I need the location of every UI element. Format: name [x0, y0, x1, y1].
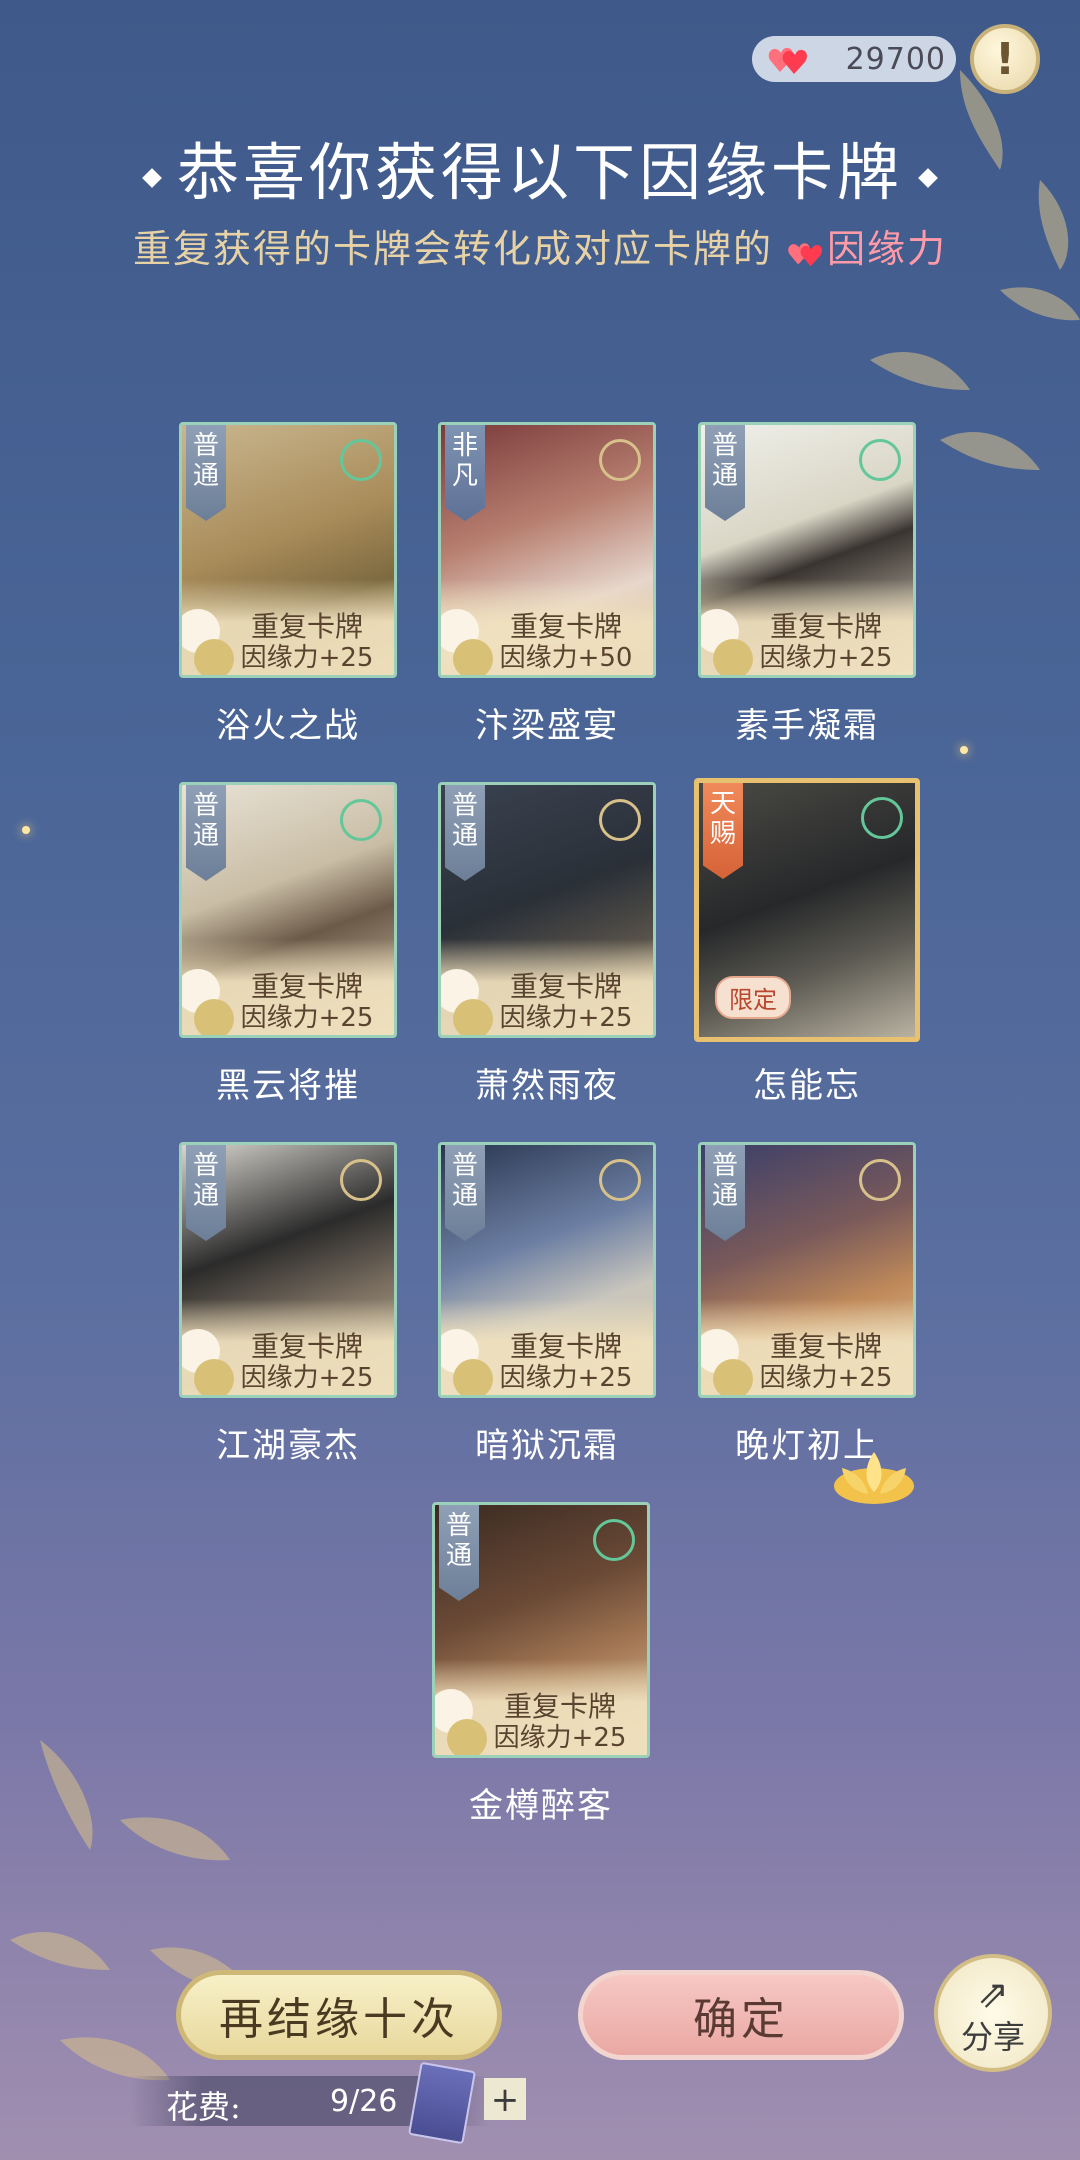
card-rank-tag: 普通	[186, 425, 226, 521]
cost-label: 花费:	[166, 2088, 241, 2126]
double-heart-icon	[768, 47, 807, 74]
flower-icon	[182, 1329, 234, 1395]
coin-icon	[599, 1159, 641, 1201]
card-item[interactable]: 普通 重复卡牌 因缘力+25	[179, 422, 397, 678]
card-item[interactable]: 普通 重复卡牌 因缘力+25	[698, 1142, 916, 1398]
card-name: 金樽醉客	[469, 1786, 613, 1826]
draw-again-button[interactable]: 再结缘十次	[176, 1970, 502, 2060]
card-rank-tag: 普通	[445, 1145, 485, 1241]
currency-value: 29700	[845, 41, 946, 77]
card-rank-tag: 普通	[705, 425, 745, 521]
double-heart-icon	[788, 242, 823, 266]
limited-badge: 限定	[715, 976, 791, 1019]
share-label: 分享	[960, 2018, 1025, 2056]
card-rank-tag: 非凡	[445, 425, 485, 521]
flower-icon	[182, 609, 234, 675]
card-item[interactable]: 普通 重复卡牌 因缘力+25	[698, 422, 916, 678]
confirm-button[interactable]: 确定	[578, 1970, 904, 2060]
flower-icon	[182, 969, 234, 1035]
card-name: 江湖豪杰	[216, 1426, 360, 1466]
flower-icon	[701, 609, 753, 675]
card-item[interactable]: 普通 重复卡牌 因缘力+25	[438, 1142, 656, 1398]
coin-icon	[599, 439, 641, 481]
card-name: 浴火之战	[216, 706, 360, 746]
card-name: 素手凝霜	[735, 706, 879, 746]
card-name: 黑云将摧	[216, 1066, 360, 1106]
card-rank-tag: 普通	[439, 1505, 479, 1601]
card-rank-tag: 天赐	[703, 783, 743, 879]
sword-icon	[340, 799, 382, 841]
page-title: 恭喜你获得以下因缘卡牌	[0, 122, 1080, 212]
card-rank-tag: 普通	[705, 1145, 745, 1241]
coin-icon	[859, 1159, 901, 1201]
coin-icon	[599, 799, 641, 841]
card-rank-tag: 普通	[445, 785, 485, 881]
share-icon: ⇗	[977, 1972, 1009, 2016]
flower-icon	[441, 969, 493, 1035]
card-item[interactable]: 普通 重复卡牌 因缘力+25	[179, 1142, 397, 1398]
card-item[interactable]: 非凡 重复卡牌 因缘力+50	[438, 422, 656, 678]
diamond-icon	[918, 167, 938, 188]
flower-icon	[441, 609, 493, 675]
sword-icon	[859, 439, 901, 481]
cost-value: 9/26	[330, 2084, 398, 2119]
flower-icon	[435, 1689, 487, 1755]
lotus-lantern-icon	[834, 1452, 914, 1504]
currency-display: 29700	[752, 36, 956, 82]
card-item[interactable]: 普通 重复卡牌 因缘力+25	[432, 1502, 650, 1758]
card-rank-tag: 普通	[186, 785, 226, 881]
card-name: 萧然雨夜	[475, 1066, 619, 1106]
card-item[interactable]: 普通 重复卡牌 因缘力+25	[438, 782, 656, 1038]
flower-icon	[701, 1329, 753, 1395]
card-name: 汴梁盛宴	[475, 706, 619, 746]
ticket-icon	[408, 2061, 476, 2145]
add-ticket-button[interactable]: +	[484, 2078, 526, 2120]
sword-icon	[593, 1519, 635, 1561]
flower-icon	[441, 1329, 493, 1395]
card-name: 暗狱沉霜	[475, 1426, 619, 1466]
diamond-icon	[142, 167, 162, 188]
sword-icon	[340, 439, 382, 481]
coin-icon	[340, 1159, 382, 1201]
share-button[interactable]: ⇗ 分享	[934, 1954, 1052, 2072]
card-rank-tag: 普通	[186, 1145, 226, 1241]
card-item-limited[interactable]: 天赐 限定	[694, 778, 920, 1042]
info-button[interactable]: !	[970, 24, 1040, 94]
sparkle	[22, 826, 30, 834]
sparkle	[960, 746, 968, 754]
page-subtitle: 重复获得的卡牌会转化成对应卡牌的 因缘力	[132, 227, 948, 271]
sword-icon	[861, 797, 903, 839]
card-item[interactable]: 普通 重复卡牌 因缘力+25	[179, 782, 397, 1038]
card-name: 怎能忘	[753, 1066, 861, 1106]
